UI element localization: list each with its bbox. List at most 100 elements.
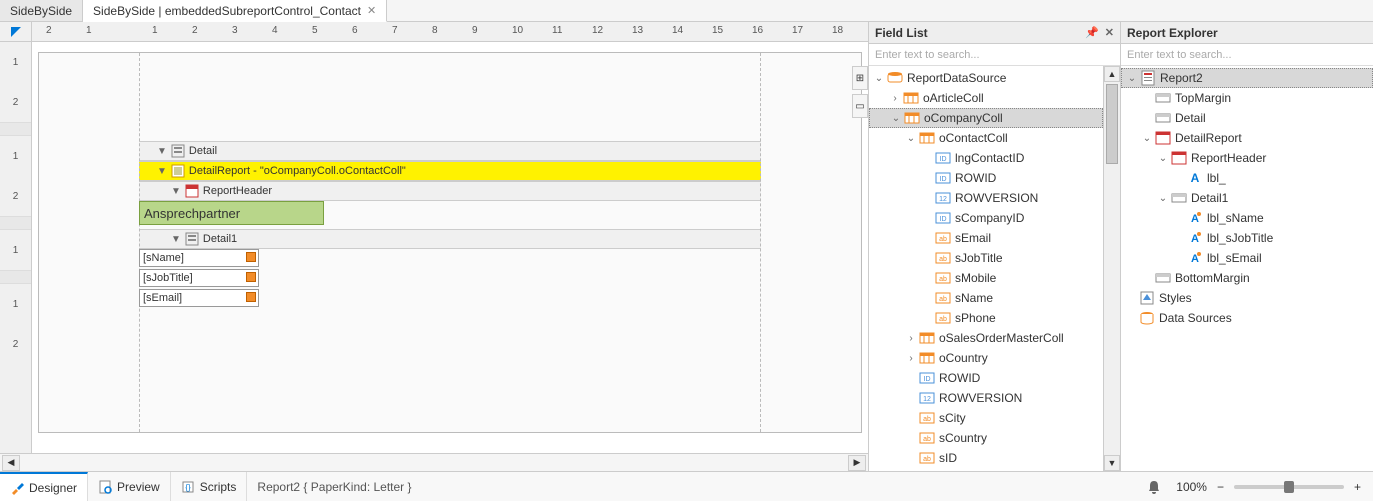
pin-icon[interactable]: 📌 — [1085, 26, 1099, 39]
tab-sidebyside[interactable]: SideBySide — [0, 0, 83, 21]
zoom-out-button[interactable]: − — [1217, 480, 1224, 494]
tree-item-sid[interactable]: absID — [869, 448, 1103, 468]
zoom-in-button[interactable]: + — [1354, 480, 1361, 494]
tree-item-bottommargin[interactable]: BottomMargin — [1121, 268, 1373, 288]
tree-item-sname[interactable]: absName — [869, 468, 1103, 471]
tree-item-reportheader[interactable]: ⌄ReportHeader — [1121, 148, 1373, 168]
horizontal-ruler[interactable]: 2112345678910111213141516171819 — [32, 22, 868, 42]
designer-tab[interactable]: Designer — [0, 472, 88, 501]
horizontal-scrollbar[interactable]: ◀ ▶ — [0, 453, 868, 471]
smart-tag-icon[interactable] — [246, 252, 256, 262]
tree-item-scity[interactable]: absCity — [869, 408, 1103, 428]
chevron-down-icon[interactable]: ⌄ — [873, 73, 885, 84]
tree-item-rowid[interactable]: IDROWID — [869, 368, 1103, 388]
tree-item-semail[interactable]: absEmail — [869, 228, 1103, 248]
tree-item-lbl-[interactable]: Albl_ — [1121, 168, 1373, 188]
chevron-down-icon[interactable]: ⌄ — [1157, 153, 1169, 164]
tree-item-rowversion[interactable]: 12ROWVERSION — [869, 388, 1103, 408]
tree-item-data-sources[interactable]: Data Sources — [1121, 308, 1373, 328]
tree-item-sphone[interactable]: absPhone — [869, 308, 1103, 328]
tree-item-ocompanycoll[interactable]: ⌄oCompanyColl — [869, 108, 1103, 128]
band-header-detail[interactable]: ▼ Detail — [139, 141, 761, 161]
collapse-icon[interactable]: ▼ — [171, 234, 181, 245]
report-canvas[interactable]: ▼ Detail ▼ DetailReport - "oCompanyColl.… — [38, 52, 862, 433]
chevron-down-icon[interactable]: ⌄ — [1157, 193, 1169, 204]
scroll-down-icon[interactable]: ▼ — [1104, 455, 1120, 471]
tree-item-sname[interactable]: absName — [869, 288, 1103, 308]
field-sjobtitle[interactable]: [sJobTitle] — [139, 269, 259, 287]
tree-item-reportdatasource[interactable]: ⌄ReportDataSource — [869, 68, 1103, 88]
svg-text:ID: ID — [940, 176, 947, 183]
chevron-right-icon[interactable]: › — [889, 93, 901, 104]
vertical-scrollbar[interactable]: ▲ ▼ — [1103, 66, 1120, 471]
tree-item-label: TopMargin — [1175, 91, 1231, 105]
band-header-detailreport[interactable]: ▼ DetailReport - "oCompanyColl.oContactC… — [139, 161, 761, 181]
tree-item-lngcontactid[interactable]: IDlngContactID — [869, 148, 1103, 168]
tree-item-sjobtitle[interactable]: absJobTitle — [869, 248, 1103, 268]
search-input[interactable]: Enter text to search... — [869, 44, 1120, 66]
side-button[interactable]: ▭ — [852, 94, 868, 118]
tree-item-osalesordermastercoll[interactable]: ›oSalesOrderMasterColl — [869, 328, 1103, 348]
band-header-detail1[interactable]: ▼ Detail1 — [139, 229, 761, 249]
ruler-corner[interactable] — [0, 22, 32, 42]
tree-item-report2[interactable]: ⌄Report2 — [1121, 68, 1373, 88]
tree-item-rowid[interactable]: ID ROWID — [869, 168, 1103, 188]
collapse-icon[interactable]: ▼ — [157, 166, 167, 177]
close-icon[interactable]: ✕ — [367, 4, 376, 17]
tab-embedded-subreport[interactable]: SideBySide | embeddedSubreportControl_Co… — [83, 0, 387, 22]
field-list-tree[interactable]: ⌄ReportDataSource›oArticleColl⌄oCompanyC… — [869, 66, 1103, 471]
tree-item-rowversion[interactable]: 12ROWVERSION — [869, 188, 1103, 208]
tree-item-scompanyid[interactable]: IDsCompanyID — [869, 208, 1103, 228]
chevron-right-icon[interactable]: › — [905, 333, 917, 344]
slider-knob[interactable] — [1284, 481, 1294, 493]
zoom-slider[interactable] — [1234, 485, 1344, 489]
label-ansprechpartner[interactable]: Ansprechpartner — [139, 201, 324, 225]
margin-guide-right — [760, 53, 761, 432]
scripts-tab[interactable]: {} Scripts — [171, 472, 248, 501]
band-title: Detail1 — [203, 233, 237, 245]
tree-item-smobile[interactable]: absMobile — [869, 268, 1103, 288]
tree-item-topmargin[interactable]: TopMargin — [1121, 88, 1373, 108]
chevron-right-icon[interactable]: › — [905, 353, 917, 364]
report-explorer-tree[interactable]: ⌄Report2 TopMargin Detail⌄DetailReport⌄Rep… — [1121, 66, 1373, 471]
collapse-icon[interactable]: ▼ — [157, 146, 167, 157]
vertical-ruler[interactable]: 1212112 — [0, 42, 32, 453]
tree-item-scountry[interactable]: absCountry — [869, 428, 1103, 448]
close-icon[interactable]: ✕ — [1105, 26, 1114, 39]
preview-tab[interactable]: Preview — [88, 472, 171, 501]
side-button[interactable]: ⊞ — [852, 66, 868, 90]
tree-item-ocountry[interactable]: › oCountry — [869, 348, 1103, 368]
scroll-right-icon[interactable]: ▶ — [848, 455, 866, 471]
tree-item-styles[interactable]: Styles — [1121, 288, 1373, 308]
scroll-thumb[interactable] — [1106, 84, 1118, 164]
scroll-left-icon[interactable]: ◀ — [2, 455, 20, 471]
tree-item-detail[interactable]: Detail — [1121, 108, 1373, 128]
chevron-down-icon[interactable]: ⌄ — [1126, 73, 1138, 84]
chevron-down-icon[interactable]: ⌄ — [890, 113, 902, 124]
scroll-up-icon[interactable]: ▲ — [1104, 66, 1120, 82]
chevron-down-icon[interactable]: ⌄ — [905, 133, 917, 144]
lblb-icon: A — [1187, 230, 1203, 246]
ab-icon: ab — [919, 430, 935, 446]
tree-item-detailreport[interactable]: ⌄DetailReport — [1121, 128, 1373, 148]
band-header-reportheader[interactable]: ▼ ReportHeader — [139, 181, 761, 201]
bell-icon[interactable] — [1146, 479, 1162, 495]
arrow-icon — [10, 26, 22, 38]
tree-item-oarticlecoll[interactable]: ›oArticleColl — [869, 88, 1103, 108]
chevron-down-icon[interactable]: ⌄ — [1141, 133, 1153, 144]
smart-tag-icon[interactable] — [246, 272, 256, 282]
smart-tag-icon[interactable] — [246, 292, 256, 302]
tree-item-label: ROWID — [955, 171, 996, 185]
collapse-icon[interactable]: ▼ — [171, 186, 181, 197]
field-sname[interactable]: [sName] — [139, 249, 259, 267]
field-semail[interactable]: [sEmail] — [139, 289, 259, 307]
tree-item-label: oContactColl — [939, 131, 1008, 145]
tree-item-detail1[interactable]: ⌄Detail1 — [1121, 188, 1373, 208]
tree-item-lbl-sname[interactable]: Albl_sName — [1121, 208, 1373, 228]
svg-text:12: 12 — [923, 396, 931, 403]
tree-item-lbl-sjobtitle[interactable]: Albl_sJobTitle — [1121, 228, 1373, 248]
tree-item-ocontactcoll[interactable]: ⌄ oContactColl — [869, 128, 1103, 148]
tree-item-lbl-semail[interactable]: Albl_sEmail — [1121, 248, 1373, 268]
search-input[interactable]: Enter text to search... — [1121, 44, 1373, 66]
tree-item-label: oCountry — [939, 351, 988, 365]
